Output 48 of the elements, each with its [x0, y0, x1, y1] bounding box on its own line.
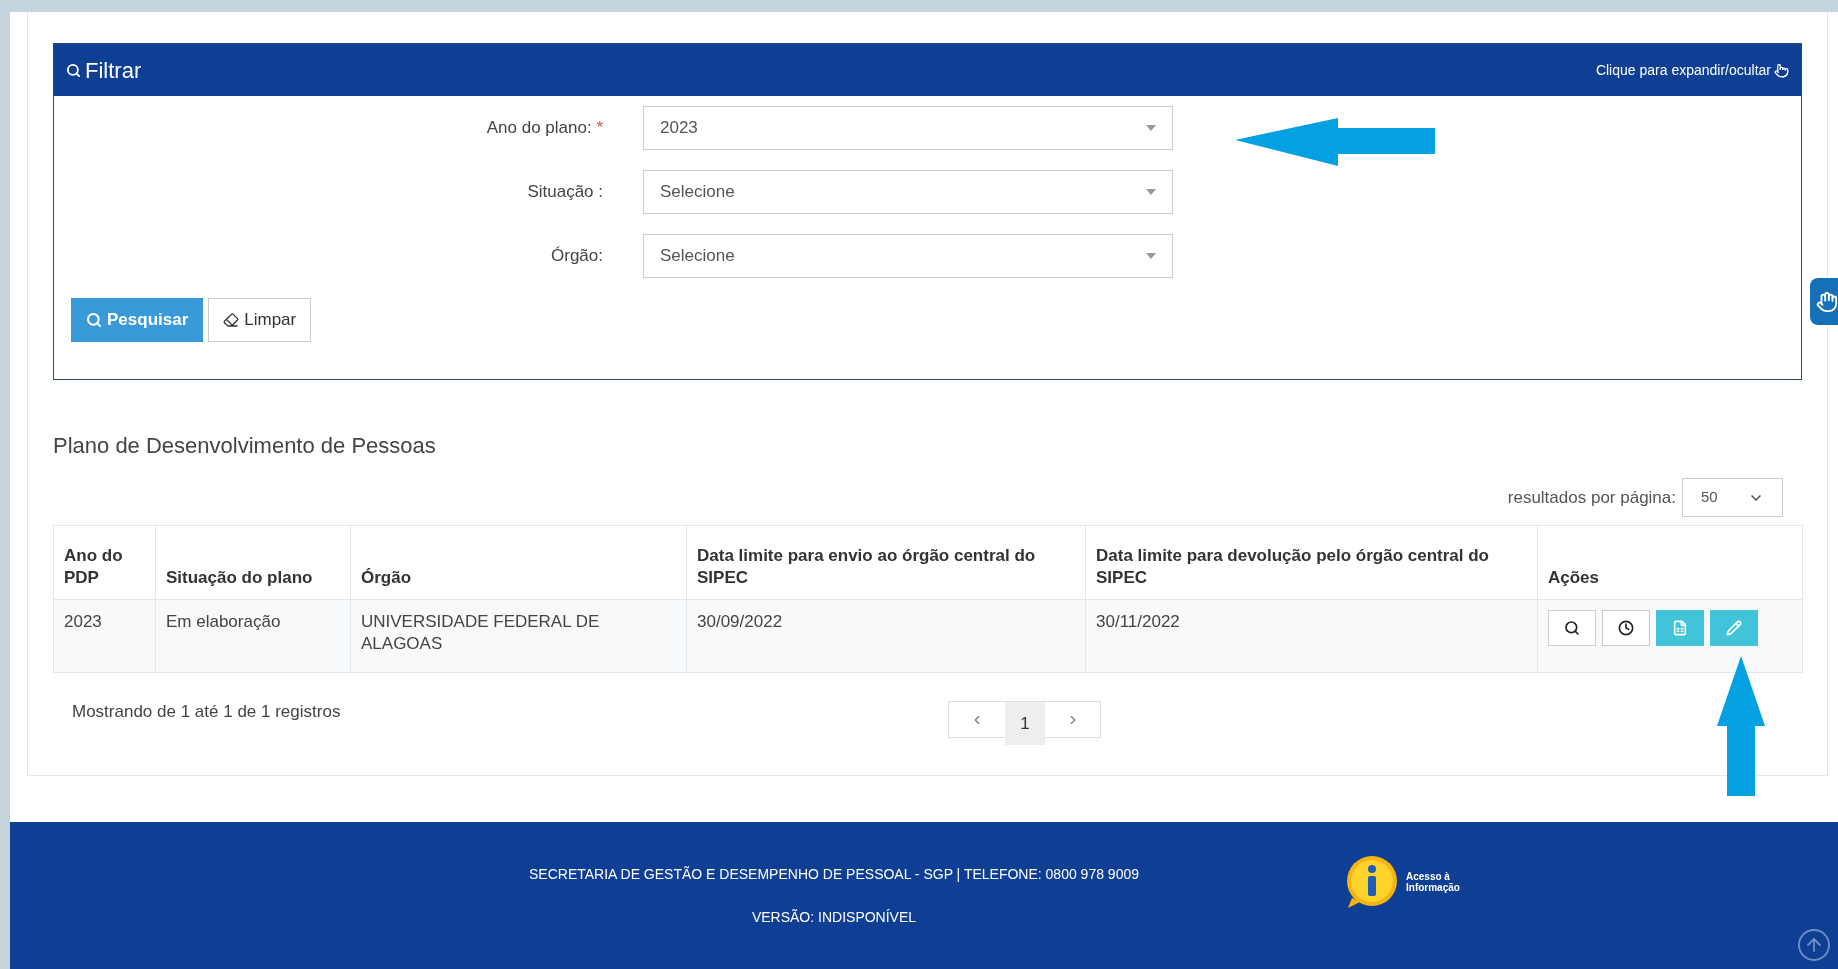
table-cell: Em elaboração — [155, 599, 351, 673]
caret-icon — [1146, 125, 1156, 131]
column-header: Situação do plano — [155, 525, 351, 600]
panel-title: Filtrar — [85, 56, 142, 85]
table-cell: 30/09/2022 — [686, 599, 1086, 673]
clock-icon — [1618, 620, 1634, 636]
caret-icon — [1146, 253, 1156, 259]
clear-button[interactable]: Limpar — [208, 298, 312, 342]
select-field[interactable]: 2023 — [643, 106, 1173, 150]
column-header: Ano do PDP — [53, 525, 156, 600]
page-size-label: resultados por página: — [1507, 486, 1676, 509]
section-title: Plano de Desenvolvimento de Pessoas — [53, 432, 437, 460]
table-cell: 30/11/2022 — [1085, 599, 1538, 673]
hand-icon — [1816, 290, 1838, 313]
search-icon — [1564, 620, 1580, 636]
excel-button[interactable] — [1656, 610, 1704, 646]
history-button[interactable] — [1602, 610, 1650, 646]
pointer-icon — [1774, 62, 1789, 78]
field-label: Situação : — [527, 181, 603, 204]
panel-header[interactable]: Filtrar Clique para expandir/ocultar — [54, 44, 1801, 96]
field-label: Ano do plano: * — [486, 117, 603, 140]
field-label: Órgão: — [551, 245, 603, 268]
footer-text: VERSÃO: INDISPONÍVEL — [751, 907, 917, 927]
column-header: Ações — [1537, 525, 1803, 600]
records-info: Mostrando de 1 até 1 de 1 registros — [72, 701, 342, 723]
toggle-hint[interactable]: Clique para expandir/ocultar — [1595, 59, 1771, 81]
column-header: Data limite para devolução pelo órgão central do SIPEC — [1085, 525, 1538, 600]
page-button[interactable]: 1 — [1005, 702, 1045, 745]
column-header: Órgão — [350, 525, 687, 600]
accessibility-button[interactable] — [1810, 278, 1838, 325]
page-size-select[interactable]: 50 — [1682, 478, 1783, 517]
select-field[interactable]: Selecione — [643, 234, 1173, 278]
column-header: Data limite para envio ao órgão central do SIPEC — [686, 525, 1086, 600]
pencil-icon — [1726, 620, 1742, 636]
footer-text: SECRETARIA DE GESTÃO E DESEMPENHO DE PESSOAL - SGP | TELEFONE: 0800 978 9009 — [529, 864, 1139, 884]
edit-button[interactable] — [1710, 610, 1758, 646]
search-icon — [66, 62, 81, 78]
table-cell: 2023 — [53, 599, 156, 673]
spreadsheet-icon — [1672, 620, 1688, 636]
scroll-top-icon[interactable] — [1796, 927, 1832, 963]
caret-icon — [1146, 189, 1156, 195]
logo-text: Acesso à Informação — [1406, 871, 1460, 893]
select-field[interactable]: Selecione — [643, 170, 1173, 214]
info-icon — [1344, 854, 1400, 910]
eraser-icon — [223, 312, 240, 328]
view-button[interactable] — [1548, 610, 1596, 646]
search-icon — [86, 312, 102, 328]
table-cell: UNIVERSIDADE FEDERAL DE ALAGOAS — [350, 599, 687, 673]
